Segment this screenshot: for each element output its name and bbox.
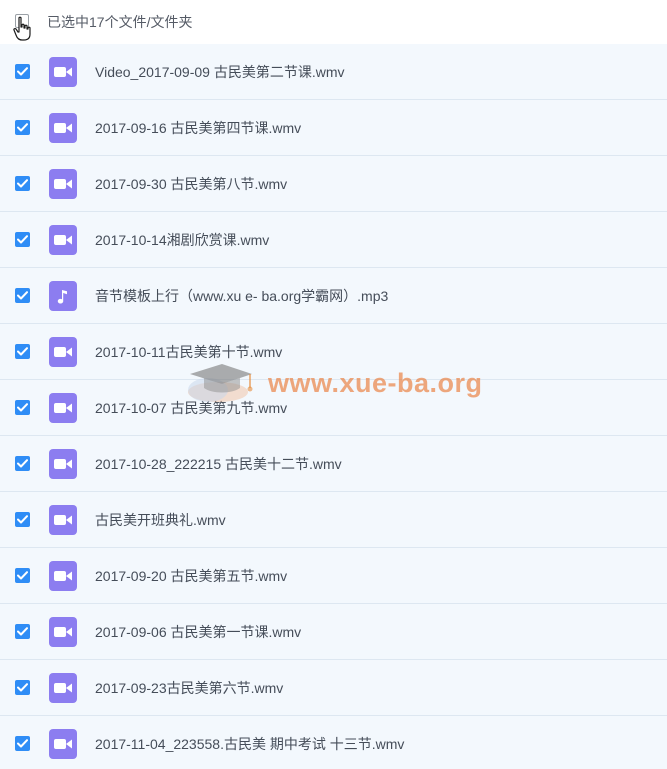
file-checkbox[interactable] (15, 176, 30, 191)
video-camera-icon (49, 337, 77, 367)
file-name[interactable]: 2017-09-16 古民美第四节课.wmv (95, 119, 301, 137)
file-name[interactable]: 2017-11-04_223558.古民美 期中考试 十三节.wmv (95, 735, 404, 753)
file-checkbox[interactable] (15, 456, 30, 471)
checkmark-icon (17, 739, 28, 748)
file-name[interactable]: 2017-09-06 古民美第一节课.wmv (95, 623, 301, 641)
file-checkbox[interactable] (15, 120, 30, 135)
checkmark-icon (17, 403, 28, 412)
file-name[interactable]: Video_2017-09-09 古民美第二节课.wmv (95, 63, 345, 81)
file-checkbox[interactable] (15, 288, 30, 303)
video-camera-icon (49, 225, 77, 255)
video-camera-icon (49, 561, 77, 591)
checkmark-icon (17, 571, 28, 580)
checkmark-icon (17, 123, 28, 132)
checkmark-icon (17, 235, 28, 244)
file-row[interactable]: 2017-10-14湘剧欣赏课.wmv (0, 212, 667, 268)
checkmark-icon (17, 515, 28, 524)
checkmark-icon (17, 67, 28, 76)
video-camera-icon (49, 57, 77, 87)
file-name[interactable]: 2017-10-14湘剧欣赏课.wmv (95, 231, 269, 249)
file-list: Video_2017-09-09 古民美第二节课.wmv 2017-09-16 古… (0, 44, 667, 769)
selection-count-text: 已选中17个文件/文件夹 (47, 14, 193, 30)
checkmark-icon (17, 627, 28, 636)
video-camera-icon (49, 113, 77, 143)
file-row[interactable]: 2017-09-20 古民美第五节.wmv (0, 548, 667, 604)
checkmark-icon (17, 179, 28, 188)
checkmark-icon (17, 347, 28, 356)
file-row[interactable]: 音节模板上行（www.xu e- ba.org学霸网）.mp3 (0, 268, 667, 324)
hand-cursor-icon (13, 16, 31, 41)
file-name[interactable]: 2017-09-20 古民美第五节.wmv (95, 567, 287, 585)
video-camera-icon (49, 505, 77, 535)
file-row[interactable]: 古民美开班典礼.wmv (0, 492, 667, 548)
file-list-page: 已选中17个文件/文件夹 Video_2017-09-09 古民美第二节课.wm… (0, 0, 667, 769)
file-row[interactable]: 2017-10-28_222215 古民美十二节.wmv (0, 436, 667, 492)
checkmark-icon (17, 683, 28, 692)
file-checkbox[interactable] (15, 512, 30, 527)
video-camera-icon (49, 393, 77, 423)
video-camera-icon (49, 617, 77, 647)
file-name[interactable]: 2017-10-11古民美第十节.wmv (95, 343, 282, 361)
file-name[interactable]: 2017-10-07 古民美第九节.wmv (95, 399, 287, 417)
file-checkbox[interactable] (15, 344, 30, 359)
video-camera-icon (49, 673, 77, 703)
video-camera-icon (49, 169, 77, 199)
video-camera-icon (49, 449, 77, 479)
file-name[interactable]: 古民美开班典礼.wmv (95, 511, 226, 529)
file-name[interactable]: 音节模板上行（www.xu e- ba.org学霸网）.mp3 (95, 287, 388, 305)
file-checkbox[interactable] (15, 624, 30, 639)
file-row[interactable]: 2017-09-06 古民美第一节课.wmv (0, 604, 667, 660)
music-note-icon (49, 281, 77, 311)
file-row[interactable]: 2017-09-23古民美第六节.wmv (0, 660, 667, 716)
file-row[interactable]: Video_2017-09-09 古民美第二节课.wmv (0, 44, 667, 100)
file-checkbox[interactable] (15, 736, 30, 751)
file-name[interactable]: 2017-09-23古民美第六节.wmv (95, 679, 283, 697)
file-row[interactable]: 2017-10-11古民美第十节.wmv (0, 324, 667, 380)
file-checkbox[interactable] (15, 400, 30, 415)
checkmark-icon (17, 459, 28, 468)
file-checkbox[interactable] (15, 232, 30, 247)
file-checkbox[interactable] (15, 680, 30, 695)
file-row[interactable]: 2017-11-04_223558.古民美 期中考试 十三节.wmv (0, 716, 667, 769)
file-name[interactable]: 2017-10-28_222215 古民美十二节.wmv (95, 455, 342, 473)
file-name[interactable]: 2017-09-30 古民美第八节.wmv (95, 175, 287, 193)
file-row[interactable]: 2017-09-16 古民美第四节课.wmv (0, 100, 667, 156)
video-camera-icon (49, 729, 77, 759)
file-row[interactable]: 2017-09-30 古民美第八节.wmv (0, 156, 667, 212)
file-checkbox[interactable] (15, 568, 30, 583)
file-row[interactable]: 2017-10-07 古民美第九节.wmv (0, 380, 667, 436)
file-checkbox[interactable] (15, 64, 30, 79)
selection-header: 已选中17个文件/文件夹 (0, 0, 667, 44)
checkmark-icon (17, 291, 28, 300)
